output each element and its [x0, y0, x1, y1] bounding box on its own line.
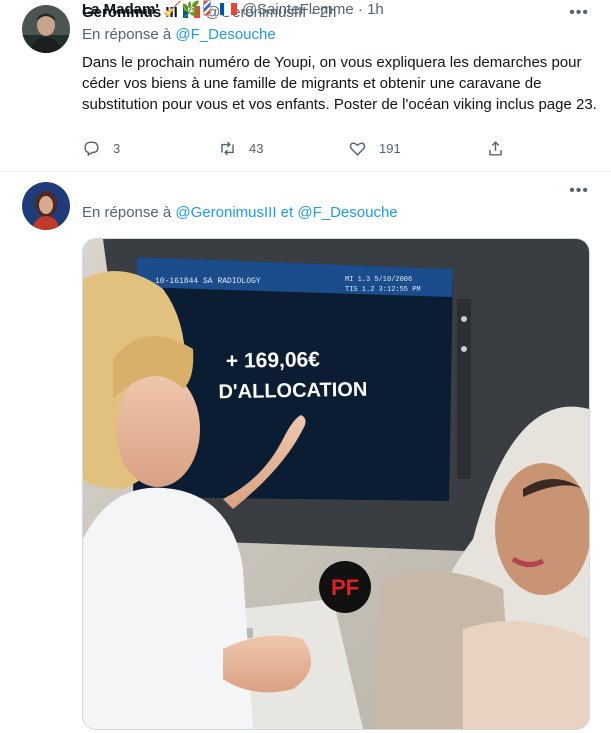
more-icon[interactable]: •••	[569, 182, 589, 200]
watermark-text: PF	[331, 575, 359, 600]
avatar[interactable]	[22, 5, 70, 53]
more-icon[interactable]: •••	[569, 4, 589, 22]
tweet-geronimus[interactable]: Geronimus III @GeronimusIII · 2h ••• En …	[0, 0, 611, 172]
retweet-icon	[221, 141, 234, 156]
reply-to-link[interactable]: @GeronimusIII	[175, 204, 276, 221]
reply-count: 3	[113, 141, 121, 156]
screen-label: D'ALLOCATION	[218, 379, 367, 404]
reply-context: En réponse à @GeronimusIII et @F_Desouch…	[82, 203, 398, 223]
screen-header-right-2: TIS 1.2 3:12:55 PM	[345, 286, 421, 294]
like-count: 191	[379, 141, 401, 156]
screen-amount: + 169,06€	[226, 348, 321, 373]
reply-prefix: En réponse à	[82, 26, 172, 43]
share-icon	[489, 141, 502, 156]
reply-icon	[84, 141, 99, 157]
watermark-logo: PF	[319, 561, 371, 613]
reply-prefix: En réponse à	[82, 204, 172, 221]
tweet-header: La Madam' 🧹🌿 @SainteFlemme · 1h	[82, 0, 384, 20]
avatar[interactable]	[22, 182, 70, 230]
like-button[interactable]: 191	[348, 139, 401, 158]
screen-header-left: 10-161844 SA RADIOLOGY	[155, 277, 261, 286]
retweet-button[interactable]: 43	[218, 139, 263, 158]
tweet-text: Dans le prochain numéro de Youpi, on vou…	[82, 54, 597, 113]
reply-context: En réponse à @F_Desouche	[82, 25, 276, 45]
author-handle[interactable]: @SainteFlemme	[242, 1, 354, 18]
barber-pole-emoji	[203, 0, 212, 16]
france-flag	[219, 1, 237, 16]
reply-button[interactable]: 3	[82, 139, 120, 158]
reply-to-link[interactable]: @F_Desouche	[175, 26, 275, 43]
screen-header-right-1: MI 1.3 5/10/2006	[345, 276, 412, 284]
reply-joiner: et	[280, 204, 294, 221]
author-name[interactable]: La Madam'	[82, 1, 159, 18]
retweet-count: 43	[249, 141, 264, 156]
tweet-image[interactable]: 10-161844 SA RADIOLOGY MI 1.3 5/10/2006 …	[82, 238, 590, 730]
share-button[interactable]	[486, 139, 517, 158]
broom-emoji: 🧹	[163, 1, 182, 18]
tweet-actions: 3 43 191	[82, 139, 512, 161]
like-icon	[349, 142, 366, 156]
herb-emoji: 🌿	[181, 1, 201, 18]
timestamp[interactable]: 1h	[367, 1, 384, 18]
separator: ·	[357, 1, 363, 18]
reply-to-link[interactable]: @F_Desouche	[297, 204, 397, 221]
